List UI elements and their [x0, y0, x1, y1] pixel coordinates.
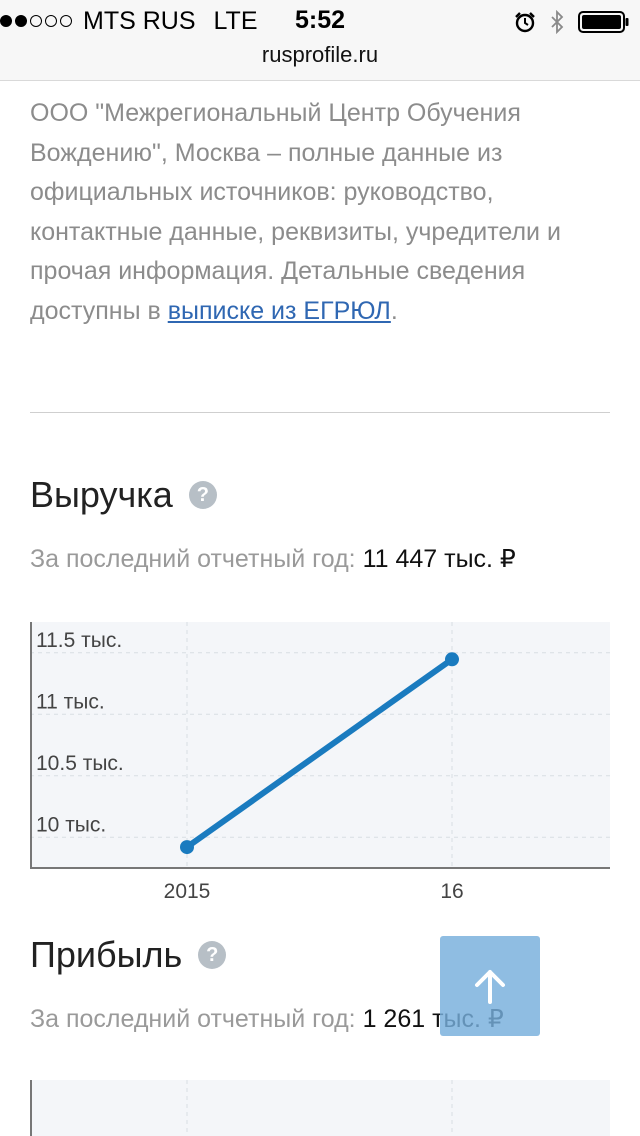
status-bar: MTS RUS LTE 5:52 rusprofile.ru	[0, 0, 640, 81]
y-tick-label: 10.5 тыс.	[36, 752, 124, 775]
y-tick-label: 11 тыс.	[36, 690, 105, 713]
profit-chart: 1.2 тыс.	[30, 1080, 610, 1136]
scroll-to-top-button[interactable]	[440, 936, 540, 1036]
status-right	[500, 7, 630, 37]
battery-icon	[578, 11, 629, 33]
y-tick-label: 11.5 тыс.	[36, 629, 122, 652]
question-mark-icon[interactable]: ?	[198, 941, 227, 969]
chart-plot-area	[30, 622, 610, 868]
profit-line-chart: 1.2 тыс.	[30, 1080, 610, 1136]
profit-subtitle: За последний отчетный год: 1 261 тыс. ₽	[30, 1004, 504, 1034]
chart-plot-area	[30, 1080, 610, 1136]
alarm-icon	[515, 12, 535, 33]
description-tail: .	[390, 296, 398, 325]
description-text: ООО "Межрегиональный Центр Обучения Вожд…	[30, 99, 561, 325]
x-tick-label: 2015	[164, 880, 211, 903]
revenue-title: Выручка	[30, 474, 173, 515]
y-tick-label: 10 тыс.	[36, 813, 106, 836]
profit-subtitle-label: За последний отчетный год:	[30, 1005, 356, 1033]
section-divider	[30, 412, 610, 413]
revenue-subtitle-label: За последний отчетный год:	[30, 545, 356, 573]
bluetooth-icon	[551, 10, 564, 34]
revenue-chart: 11.5 тыс. 11 тыс. 10.5 тыс. 10 тыс. 2015 16	[30, 622, 610, 912]
x-tick-label: 16	[440, 880, 463, 903]
company-description: ООО "Межрегиональный Центр Обучения Вожд…	[30, 94, 614, 331]
profit-heading: Прибыль ?	[30, 934, 227, 976]
arrow-up-icon	[475, 970, 505, 1004]
address-bar-url[interactable]: rusprofile.ru	[0, 42, 640, 68]
revenue-subtitle-value: 11 447 тыс. ₽	[362, 545, 516, 573]
revenue-line-chart: 11.5 тыс. 11 тыс. 10.5 тыс. 10 тыс. 2015 16	[30, 622, 610, 903]
data-point[interactable]	[445, 652, 459, 667]
profit-title: Прибыль	[30, 934, 183, 975]
revenue-heading: Выручка ?	[30, 474, 217, 516]
data-point[interactable]	[180, 840, 194, 855]
question-mark-icon[interactable]: ?	[188, 481, 217, 509]
revenue-subtitle: За последний отчетный год: 11 447 тыс. ₽	[30, 544, 516, 574]
egrul-extract-link[interactable]: выписке из ЕГРЮЛ	[168, 297, 391, 325]
